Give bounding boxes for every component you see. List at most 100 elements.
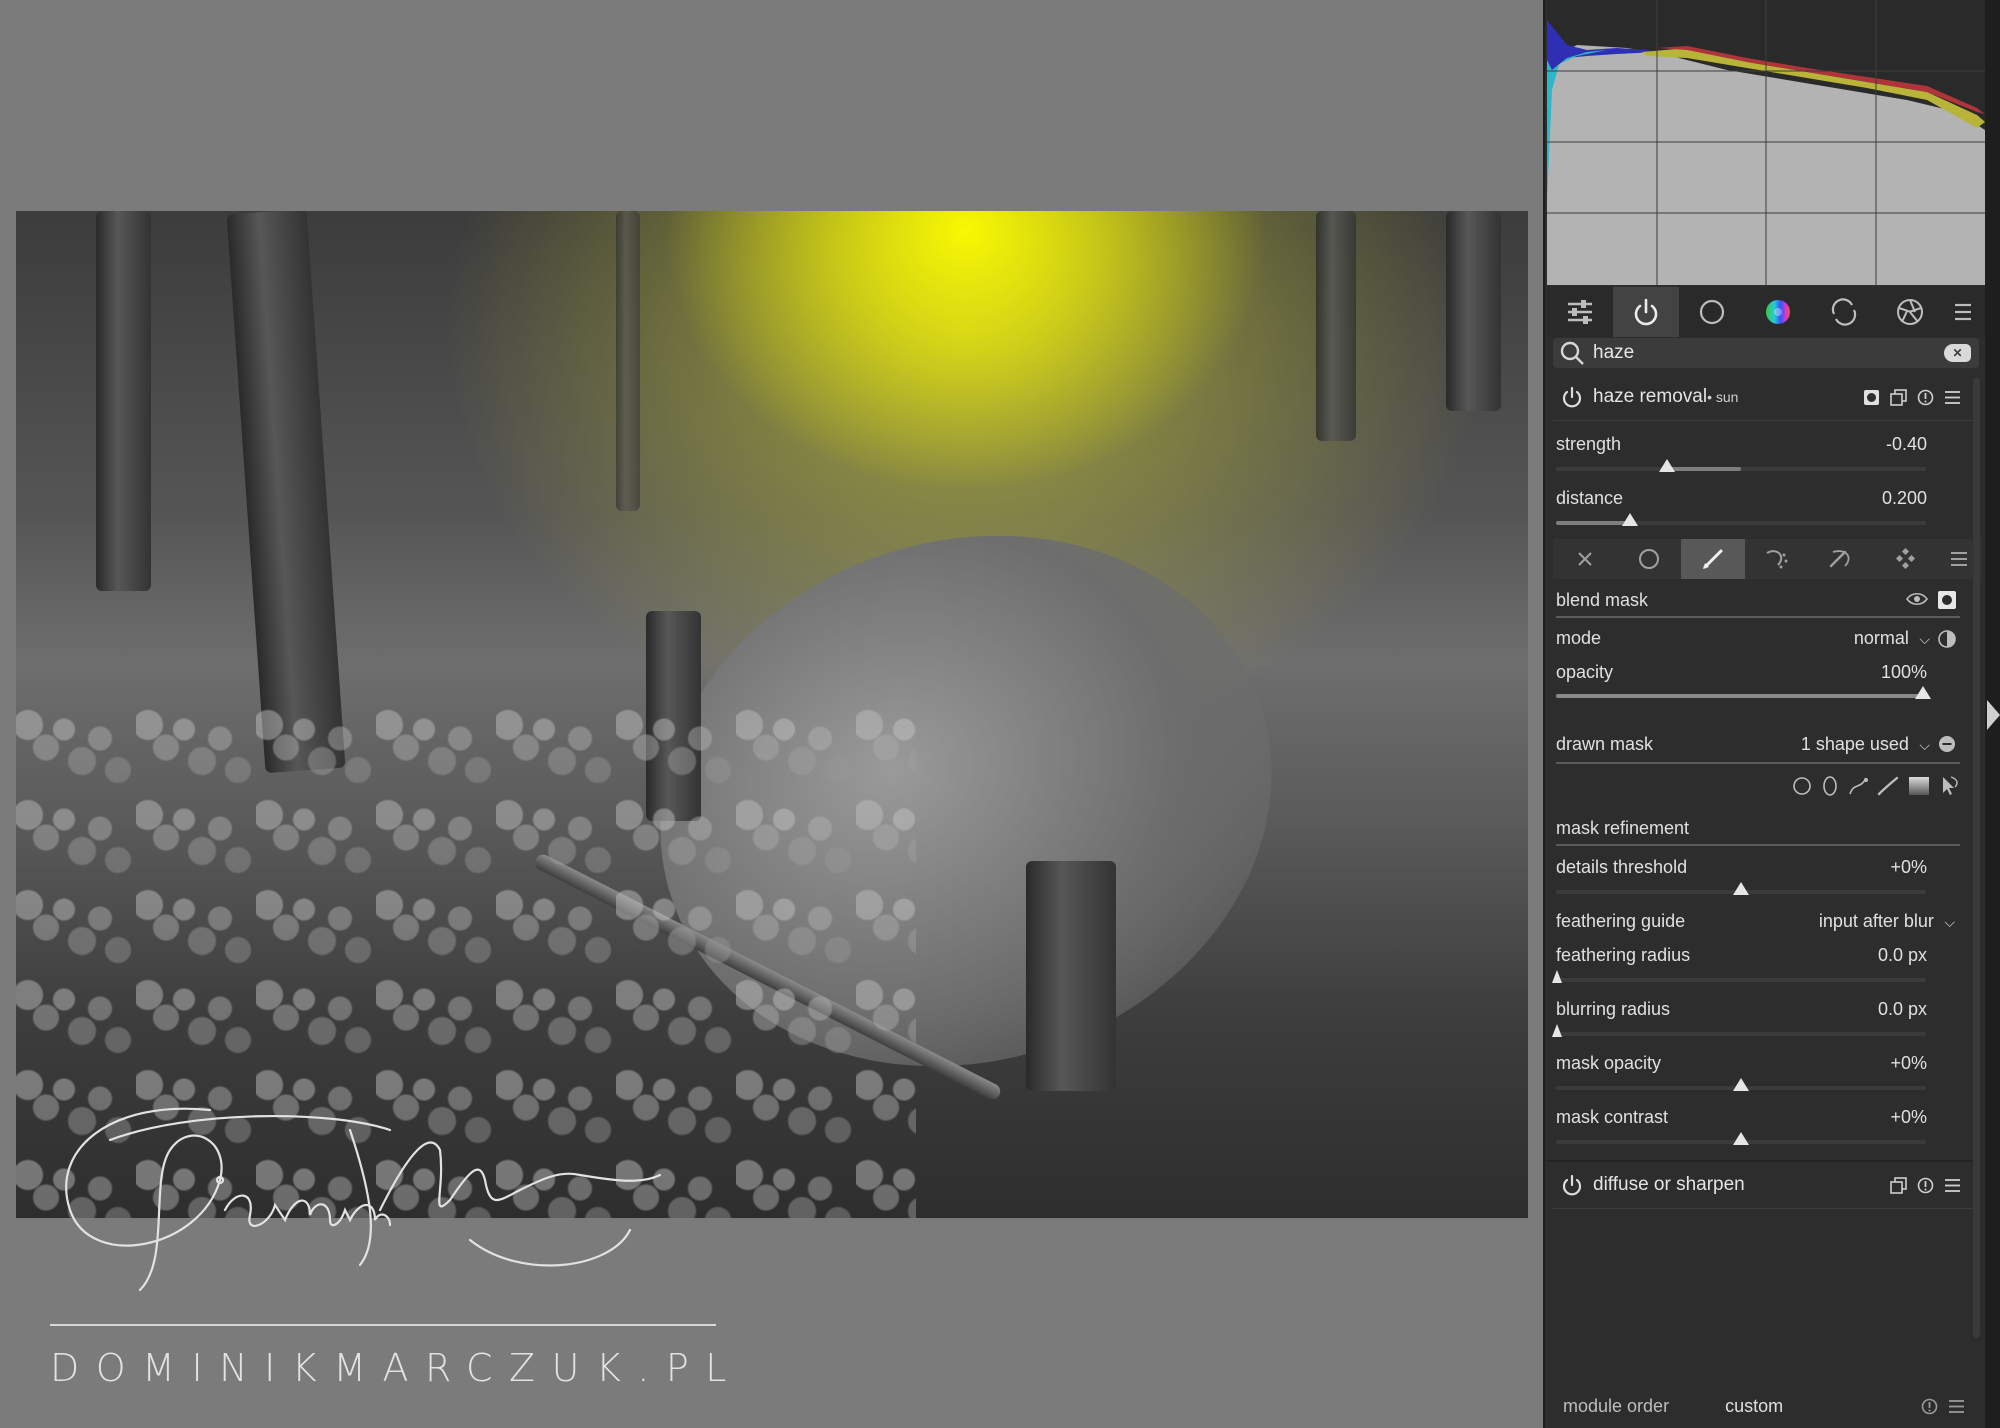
- module-header-divider: [1553, 420, 1973, 421]
- strength-slider-thumb[interactable]: [1659, 459, 1675, 472]
- blurring-radius-label: blurring radius: [1556, 999, 1671, 1019]
- search-input[interactable]: haze: [1593, 342, 1634, 364]
- tab-blend-drawn-parametric[interactable]: [1809, 539, 1873, 579]
- mask-contrast-slider-thumb[interactable]: [1733, 1132, 1749, 1145]
- drawn-mask-value: 1 shape used: [1800, 734, 1909, 754]
- module-instance-label: • sun: [1707, 389, 1739, 405]
- blend-mode-tabs: [1553, 539, 1981, 579]
- drawn-parametric-icon: [1829, 550, 1850, 568]
- details-threshold-slider-thumb[interactable]: [1733, 882, 1749, 895]
- search-icon: [1560, 341, 1584, 365]
- tab-active-modules-sliders[interactable]: [1547, 287, 1613, 337]
- details-threshold-value: +0%: [1890, 857, 1927, 877]
- photo-stump: [1026, 861, 1116, 1091]
- photo-tree-trunk: [1316, 211, 1356, 441]
- watermark-signature: [65, 1107, 662, 1292]
- aperture-icon: [1897, 299, 1923, 325]
- sliders-icon: [1568, 300, 1592, 324]
- mask-contrast-label: mask contrast: [1556, 1107, 1669, 1127]
- tab-blend-uniform[interactable]: [1617, 539, 1681, 579]
- add-circle-shape-icon[interactable]: [1792, 776, 1812, 796]
- module-search[interactable]: haze ✕: [1553, 338, 1979, 368]
- distance-slider-thumb[interactable]: [1622, 513, 1638, 526]
- circle-icon: [1699, 299, 1725, 325]
- module-order-value[interactable]: custom: [1725, 1396, 1783, 1417]
- tab-effect-modules[interactable]: [1877, 287, 1943, 337]
- feathering-radius-label: feathering radius: [1556, 945, 1691, 965]
- module-header-divider: [1553, 1208, 1973, 1209]
- shape-tools: [1792, 775, 1959, 797]
- add-path-shape-icon[interactable]: [1848, 776, 1868, 796]
- presets-menu-icon[interactable]: [1948, 1398, 1965, 1415]
- reset-icon[interactable]: [1917, 1177, 1934, 1194]
- presets-menu-icon[interactable]: [1944, 1177, 1961, 1194]
- blend-mode-label: mode: [1556, 628, 1602, 648]
- blend-mask-divider: [1556, 616, 1960, 618]
- blend-mode-dropdown[interactable]: normal ⌵: [1800, 628, 1930, 649]
- mask-refinement-divider: [1556, 844, 1960, 846]
- mask-opacity-slider-thumb[interactable]: [1733, 1078, 1749, 1091]
- mask-indicator-icon[interactable]: [1863, 389, 1880, 406]
- module-name: diffuse or sharpen: [1593, 1174, 1745, 1195]
- module-order-footer: module order custom: [1547, 1386, 1985, 1426]
- module-order-label: module order: [1563, 1395, 1670, 1416]
- tab-active-pipeline[interactable]: [1613, 287, 1679, 337]
- tab-correct-modules[interactable]: [1811, 287, 1877, 337]
- blurring-radius-slider[interactable]: [1556, 1032, 1926, 1036]
- add-gradient-shape-icon[interactable]: [1908, 776, 1930, 796]
- expand-right-panel-arrow[interactable]: [1987, 700, 2000, 730]
- close-icon: ✕: [1952, 346, 1963, 360]
- tab-base-modules[interactable]: [1679, 287, 1745, 337]
- module-header-haze-removal[interactable]: haze removal• sun: [1547, 375, 1973, 419]
- refresh-icon: [1831, 298, 1857, 326]
- reset-icon[interactable]: [1921, 1398, 1938, 1415]
- opacity-slider-thumb[interactable]: [1915, 686, 1931, 699]
- strength-slider[interactable]: [1556, 467, 1926, 471]
- tab-blend-off[interactable]: [1553, 539, 1617, 579]
- tab-blend-drawn-mask[interactable]: [1681, 539, 1745, 579]
- feathering-guide-dropdown[interactable]: input after blur ⌵: [1760, 911, 1955, 932]
- tab-group-presets[interactable]: [1943, 287, 1983, 337]
- photo-tree-trunk: [616, 211, 640, 511]
- details-threshold-label: details threshold: [1556, 857, 1688, 877]
- add-brush-shape-icon[interactable]: [1877, 776, 1899, 796]
- feathering-radius-slider[interactable]: [1556, 978, 1926, 982]
- histogram[interactable]: [1547, 0, 1985, 285]
- module-separator: [1547, 1160, 1973, 1162]
- feathering-radius-value: 0.0 px: [1877, 945, 1927, 965]
- blurring-radius-slider-thumb[interactable]: [1552, 1024, 1562, 1037]
- module-header-diffuse-or-sharpen[interactable]: diffuse or sharpen: [1547, 1163, 1973, 1207]
- presets-menu-icon[interactable]: [1944, 389, 1961, 406]
- panel-scrollbar[interactable]: [1973, 378, 1980, 1338]
- show-mask-eye-icon[interactable]: [1906, 591, 1928, 612]
- remove-mask-icon[interactable]: [1938, 735, 1956, 758]
- clear-search-button[interactable]: ✕: [1944, 344, 1971, 362]
- display-mask-toggle-icon[interactable]: [1937, 590, 1957, 615]
- opacity-slider-fill: [1556, 694, 1922, 698]
- strength-value: -0.40: [1885, 434, 1927, 454]
- photo-canvas[interactable]: [16, 211, 1528, 1218]
- image-viewer[interactable]: DOMINIKMARCZUK.PL: [0, 0, 1543, 1428]
- tab-color-modules[interactable]: [1745, 287, 1811, 337]
- add-ellipse-shape-icon[interactable]: [1821, 776, 1839, 796]
- strength-slider-fill: [1667, 467, 1741, 471]
- reverse-polarity-icon[interactable]: [1937, 629, 1957, 654]
- opacity-value: 100%: [1880, 662, 1927, 682]
- drawn-mask-label: drawn mask: [1556, 734, 1654, 754]
- multi-instance-icon[interactable]: [1890, 388, 1907, 406]
- module-title: haze removal• sun: [1593, 386, 1738, 408]
- tab-blend-parametric[interactable]: [1745, 539, 1809, 579]
- distance-value: 0.200: [1881, 488, 1927, 508]
- reset-icon[interactable]: [1917, 389, 1934, 406]
- edit-shapes-icon[interactable]: [1939, 775, 1959, 797]
- multi-instance-icon[interactable]: [1890, 1176, 1907, 1194]
- distance-slider-fill: [1556, 521, 1630, 525]
- tab-blend-raster[interactable]: [1873, 539, 1937, 579]
- power-icon[interactable]: [1561, 1174, 1583, 1196]
- power-icon[interactable]: [1561, 386, 1583, 408]
- feathering-radius-slider-thumb[interactable]: [1552, 970, 1562, 983]
- opacity-label: opacity: [1556, 662, 1614, 682]
- mask-contrast-value: +0%: [1890, 1107, 1927, 1127]
- footer-icons: [1921, 1398, 1965, 1415]
- drawn-mask-dropdown[interactable]: 1 shape used ⌵: [1760, 734, 1930, 755]
